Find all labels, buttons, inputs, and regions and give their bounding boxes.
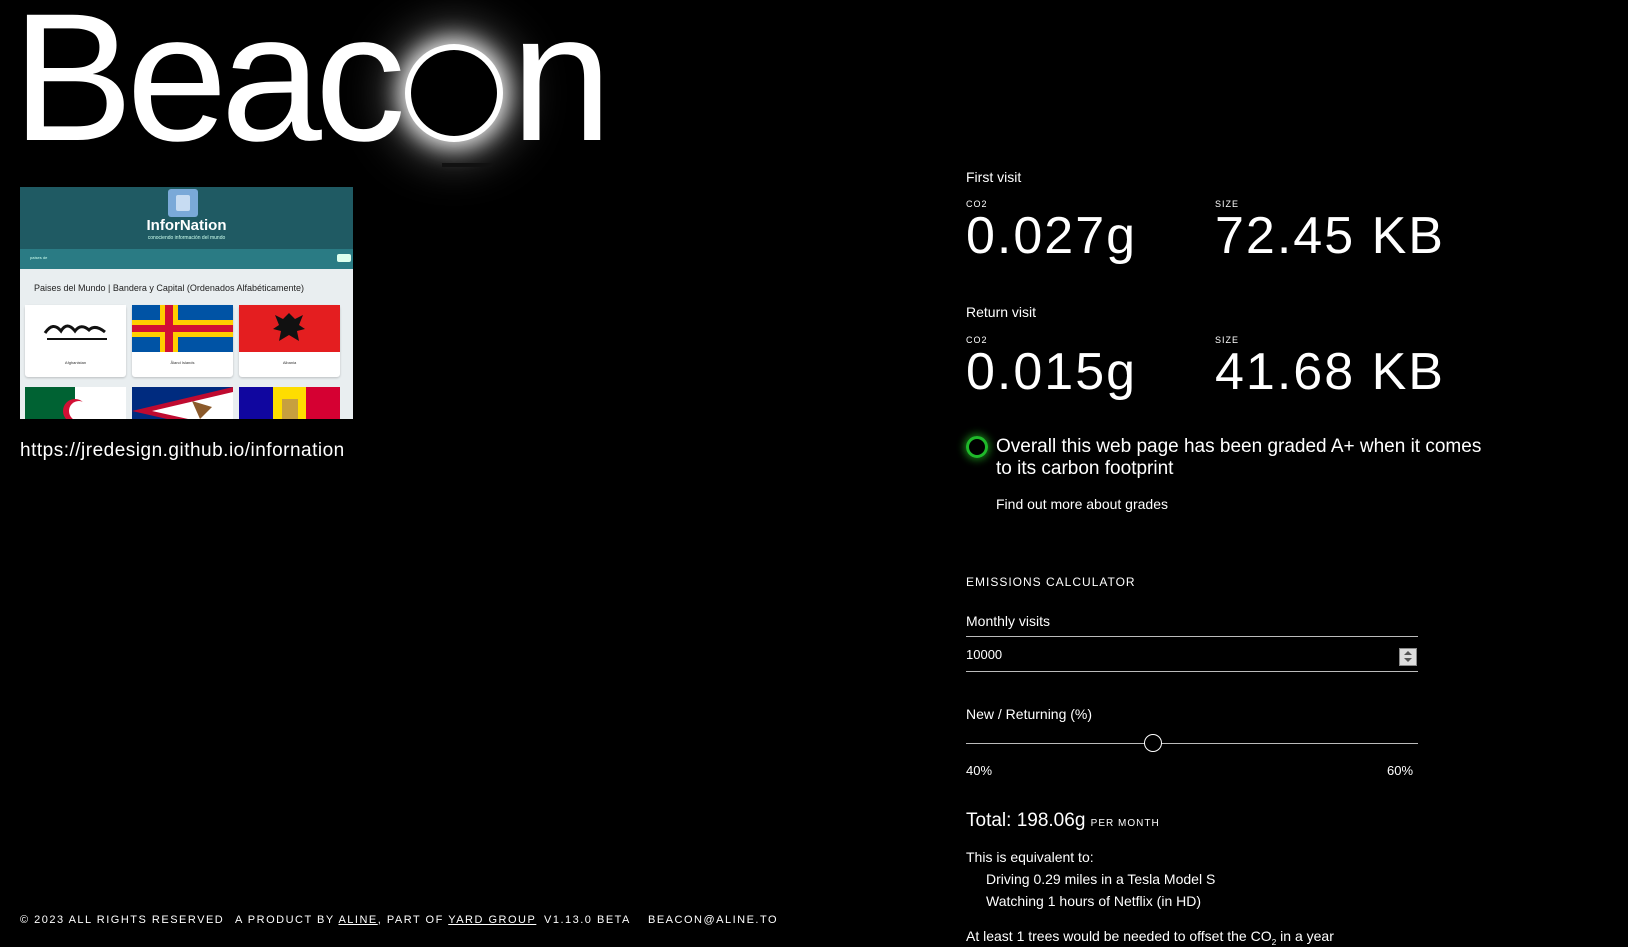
country-card: Afghanistan [25,305,126,377]
footer-product-prefix: A PRODUCT BY [235,914,339,926]
flag-andorra [239,387,340,419]
flag-aland [132,305,233,352]
monthly-visits-bottom-border [966,671,1418,672]
footer-copyright: © 2023 ALL RIGHTS RESERVED [20,914,225,926]
equivalent-heading: This is equivalent to: [966,849,1094,865]
return-co2-value: 0.015g [966,343,1138,401]
ratio-slider-track[interactable] [966,743,1418,744]
calculator-heading: EMISSIONS CALCULATOR [966,575,1136,589]
total-prefix: Total: [966,810,1017,831]
country-card: Åland Islands [132,305,233,377]
flag-american-samoa [132,387,233,419]
thumbnail-heading: Paises del Mundo | Bandera y Capital (Or… [34,283,304,293]
footer-part-of: , PART OF [377,914,449,926]
flag-albania [239,305,340,352]
thumbnail-nav: países de [20,249,353,269]
new-percent: 40% [966,763,993,778]
yard-group-link[interactable]: YARD GROUP [448,914,536,926]
flag-afghanistan [25,305,126,352]
country-name: Albania [282,360,297,365]
thumbnail-logo-text: InforNation [146,217,227,234]
footer-email[interactable]: BEACON@ALINE.TO [648,914,778,926]
ratio-slider-thumb[interactable] [1144,734,1162,752]
trees-text-start: At least 1 trees would be needed to offs… [966,928,1272,944]
flag-algeria [25,387,126,419]
returning-percent: 60% [1387,763,1414,778]
site-url[interactable]: https://jredesign.github.io/infornation [20,440,345,462]
grade-statement: Overall this web page has been graded A+… [996,436,1481,480]
ratio-label: New / Returning (%) [966,706,1093,722]
equivalent-item: Driving 0.29 miles in a Tesla Model S [986,871,1216,887]
return-visit-heading: Return visit [966,304,1037,320]
beacon-logo[interactable]: Beac n [12,0,612,168]
country-name: Åland Islands [170,360,195,365]
logo-text-end: n [510,0,612,179]
book-icon [168,189,198,217]
return-size-value: 41.68 KB [1215,343,1445,401]
logo-underline [442,163,492,167]
country-name: Afghanistan [64,360,87,365]
footer-version: V1.13.0 BETA [544,914,631,926]
aline-link[interactable]: ALINE [338,914,377,926]
trees-offset-text: At least 1 trees would be needed to offs… [966,928,1334,947]
trees-text-end: in a year [1276,928,1334,944]
monthly-visits-label: Monthly visits [966,613,1051,629]
grade-indicator-icon [966,436,988,458]
total-emissions: Total: 198.06g PER MONTH [966,810,1160,832]
first-co2-value: 0.027g [966,207,1138,265]
country-card: Albania [239,305,340,377]
thumbnail-tagline: conociendo información del mundo [147,235,226,241]
total-unit: PER MONTH [1090,818,1160,829]
logo-text-start: Beac [12,0,406,179]
monthly-visits-top-border [966,636,1418,637]
eclipse-icon [410,50,497,136]
grade-line-1: Overall this web page has been graded A+… [996,436,1482,457]
first-size-value: 72.45 KB [1215,207,1445,265]
first-visit-heading: First visit [966,169,1022,185]
footer-product: A PRODUCT BY ALINE, PART OF YARD GROUP [235,914,536,926]
total-value: 198.06g [1016,810,1086,831]
equivalent-item: Watching 1 hours of Netflix (in HD) [986,893,1201,909]
grade-line-2: to its carbon footprint [996,458,1174,479]
thumbnail-nav-text: países de [30,255,48,260]
grades-info-link[interactable]: Find out more about grades [996,496,1168,512]
number-stepper-icon[interactable] [1399,648,1417,666]
thumbnail-header: InforNation conociendo información del m… [20,187,353,249]
thumbnail-nav-button [337,254,351,262]
site-thumbnail: InforNation conociendo información del m… [20,187,353,419]
monthly-visits-input[interactable]: 10000 [966,647,1002,662]
